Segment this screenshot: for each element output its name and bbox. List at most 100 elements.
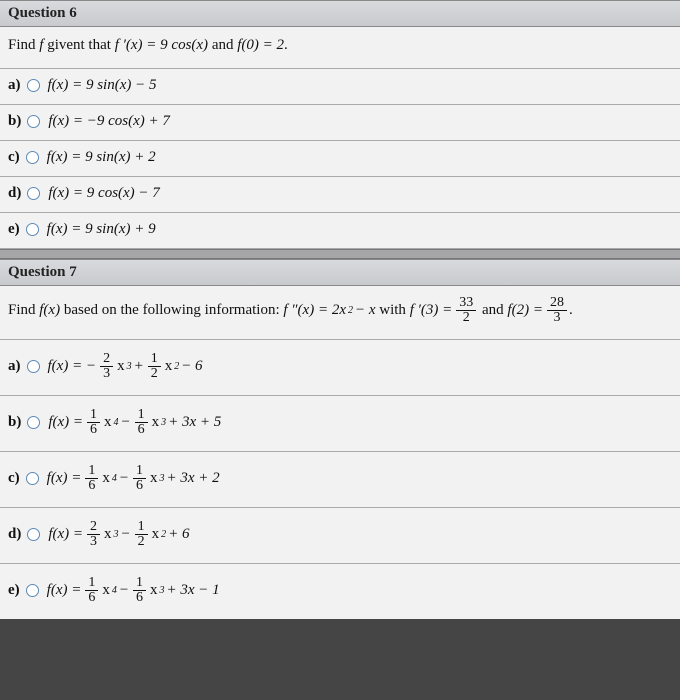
q7-prompt-d2: f ″(x) = 2x	[283, 302, 346, 319]
choice-label: d)	[8, 526, 21, 543]
q6-prompt-pre: Find	[8, 37, 39, 53]
tail: − 6	[181, 358, 202, 375]
fraction-den: 3	[87, 535, 100, 549]
tail: + 3x − 1	[166, 582, 219, 599]
fraction-num: 2	[100, 352, 113, 367]
tail: + 3x + 5	[168, 414, 221, 431]
q7-choice-a[interactable]: a) f(x) = − 23 x3 + 12 x2 − 6	[0, 340, 680, 396]
fraction: 23	[100, 352, 113, 381]
q6-choice-c[interactable]: c) f(x) = 9 sin(x) + 2	[0, 141, 680, 177]
fraction: 283	[547, 296, 567, 325]
fraction: 16	[135, 408, 148, 437]
q7-prompt-pre: Find	[8, 302, 39, 318]
fraction-den: 6	[87, 423, 100, 437]
q6-choice-a[interactable]: a) f(x) = 9 sin(x) − 5	[0, 69, 680, 105]
choice-expr: f(x) = 9 sin(x) + 9	[47, 221, 156, 238]
fraction-den: 2	[460, 311, 473, 325]
tail: + 6	[168, 526, 189, 543]
q6-choice-b[interactable]: b) f(x) = −9 cos(x) + 7	[0, 105, 680, 141]
q6-choice-e[interactable]: e) f(x) = 9 sin(x) + 9	[0, 213, 680, 249]
fraction-den: 6	[133, 479, 146, 493]
fraction-den: 6	[85, 479, 98, 493]
fraction-num: 33	[456, 296, 476, 311]
q7-prompt-fx: f(x)	[39, 302, 60, 319]
choice-label: b)	[8, 414, 21, 431]
question-6-prompt: Find f givent that f ′(x) = 9 cos(x) and…	[0, 27, 680, 69]
choice-label: c)	[8, 470, 20, 487]
fraction-num: 1	[87, 408, 100, 423]
radio-icon[interactable]	[27, 115, 40, 128]
q6-prompt-and: and	[208, 37, 237, 53]
q7-prompt-end: .	[569, 302, 573, 318]
q7-choice-e[interactable]: e) f(x) = 16 x4 − 16 x3 + 3x − 1	[0, 564, 680, 619]
q6-prompt-end: .	[284, 37, 288, 53]
fraction-num: 1	[135, 520, 148, 535]
radio-icon[interactable]	[26, 223, 39, 236]
expr-lead: f(x) =	[48, 414, 83, 431]
q6-choice-d[interactable]: d) f(x) = 9 cos(x) − 7	[0, 177, 680, 213]
fraction-num: 1	[133, 576, 146, 591]
op: −	[119, 470, 129, 487]
fraction: 16	[87, 408, 100, 437]
fraction: 16	[133, 576, 146, 605]
radio-icon[interactable]	[26, 584, 39, 597]
q6-prompt-cond: f(0) = 2	[237, 37, 284, 54]
choice-expr: f(x) = 9 sin(x) + 2	[47, 149, 156, 166]
q7-choice-d[interactable]: d) f(x) = 23 x3 − 12 x2 + 6	[0, 508, 680, 564]
choice-label: b)	[8, 113, 21, 130]
q6-prompt-deriv: f ′(x) = 9 cos(x)	[115, 37, 208, 54]
fraction-den: 3	[100, 367, 113, 381]
radio-icon[interactable]	[27, 528, 40, 541]
q6-prompt-mid: givent that	[43, 37, 114, 53]
op: −	[119, 582, 129, 599]
fraction: 23	[87, 520, 100, 549]
choice-expr: f(x) = 9 sin(x) − 5	[48, 77, 157, 94]
fraction: 16	[133, 464, 146, 493]
fraction: 16	[85, 464, 98, 493]
question-divider	[0, 249, 680, 259]
radio-icon[interactable]	[27, 79, 40, 92]
radio-icon[interactable]	[26, 151, 39, 164]
choice-expr: f(x) = − 23 x3 + 12 x2 − 6	[48, 352, 203, 381]
q7-prompt-with: with	[376, 302, 410, 318]
fraction-den: 2	[148, 367, 161, 381]
choice-label: a)	[8, 358, 21, 375]
choice-label: c)	[8, 149, 20, 166]
choice-expr: f(x) = 16 x4 − 16 x3 + 3x + 2	[47, 464, 220, 493]
q7-choice-b[interactable]: b) f(x) = 16 x4 − 16 x3 + 3x + 5	[0, 396, 680, 452]
tail: + 3x + 2	[166, 470, 219, 487]
fraction: 16	[85, 576, 98, 605]
fraction-num: 1	[135, 408, 148, 423]
question-7-prompt: Find f(x) based on the following informa…	[0, 286, 680, 340]
fraction-den: 6	[85, 591, 98, 605]
choice-label: d)	[8, 185, 21, 202]
fraction: 332	[456, 296, 476, 325]
q7-prompt-fp: f ′(3) =	[410, 302, 453, 319]
q7-prompt-and: and	[478, 302, 507, 318]
op: −	[121, 414, 131, 431]
question-7-choices: a) f(x) = − 23 x3 + 12 x2 − 6 b) f(x) = …	[0, 340, 680, 619]
fraction: 12	[135, 520, 148, 549]
fraction-den: 3	[550, 311, 563, 325]
question-6-header: Question 6	[0, 0, 680, 27]
fraction-num: 1	[148, 352, 161, 367]
radio-icon[interactable]	[27, 360, 40, 373]
op: +	[134, 358, 144, 375]
radio-icon[interactable]	[27, 187, 40, 200]
fraction-num: 1	[133, 464, 146, 479]
fraction-den: 2	[135, 535, 148, 549]
q7-choice-c[interactable]: c) f(x) = 16 x4 − 16 x3 + 3x + 2	[0, 452, 680, 508]
choice-label: e)	[8, 582, 20, 599]
expr-lead: f(x) =	[47, 470, 82, 487]
choice-expr: f(x) = 16 x4 − 16 x3 + 3x − 1	[47, 576, 220, 605]
q7-prompt-d2b: − x	[355, 302, 376, 319]
question-7-header: Question 7	[0, 259, 680, 286]
question-6-choices: a) f(x) = 9 sin(x) − 5 b) f(x) = −9 cos(…	[0, 69, 680, 249]
choice-expr: f(x) = 23 x3 − 12 x2 + 6	[48, 520, 189, 549]
radio-icon[interactable]	[26, 472, 39, 485]
expr-lead: f(x) = −	[48, 358, 97, 375]
expr-lead: f(x) =	[48, 526, 83, 543]
fraction: 12	[148, 352, 161, 381]
fraction-num: 28	[547, 296, 567, 311]
radio-icon[interactable]	[27, 416, 40, 429]
